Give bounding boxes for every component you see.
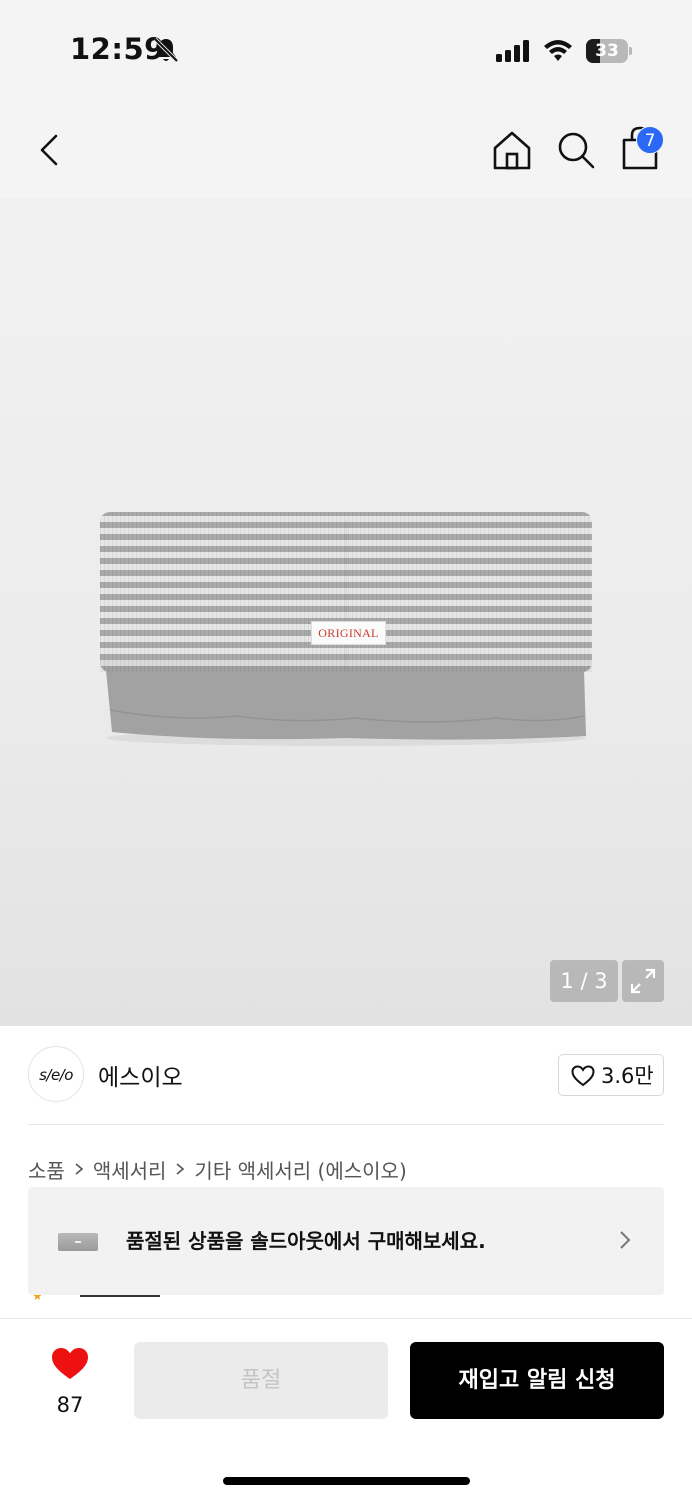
heart-filled-icon [52,1348,88,1379]
home-button[interactable] [490,128,534,172]
status-bar: 12:59 33 [0,0,692,100]
back-icon [40,134,58,166]
battery-level: 33 [595,41,619,61]
soldout-button[interactable]: 품절 [134,1342,388,1419]
star-icon: ★ [32,1295,43,1301]
chevron-right-icon [176,1163,185,1175]
divider [28,1124,664,1125]
banner-thumbnail [58,1233,98,1251]
search-button[interactable] [554,128,598,172]
bell-slash-icon [153,37,179,63]
nav-bar: 7 [0,100,692,198]
cart-count-badge: 7 [636,126,664,154]
home-icon [493,131,531,170]
brand-row: s/e/o 에스이오 3.6만 [0,1026,692,1126]
bottom-action-bar: 87 품절 재입고 알림 신청 [0,1318,692,1500]
image-counter: 1 / 3 [550,960,618,1002]
wish-button[interactable]: 87 [36,1341,104,1431]
brand-like-count: 3.6만 [601,1064,654,1088]
banner-text: 품절된 상품을 솔드아웃에서 구매해보세요. [126,1229,486,1253]
battery-icon: 33 [586,39,632,63]
brand-like-button[interactable]: 3.6만 [558,1054,664,1096]
product-label: ORIGINAL [311,621,386,645]
breadcrumb: 소품 액세서리 기타 액세서리 (에스이오) [28,1154,407,1184]
home-indicator[interactable] [223,1477,470,1485]
signal-icon [496,40,529,62]
status-time: 12:59 [70,32,165,66]
product-image[interactable]: ORIGINAL 1 / 3 [0,198,692,1026]
chevron-right-icon [620,1231,631,1249]
expand-icon [630,968,656,994]
breadcrumb-item-accessories[interactable]: 액세서리 [93,1155,167,1184]
restock-alert-button[interactable]: 재입고 알림 신청 [410,1342,664,1419]
breadcrumb-item-small-goods[interactable]: 소품 [28,1155,65,1184]
cart-button[interactable]: 7 [616,122,668,174]
wifi-icon [544,40,572,61]
chevron-right-icon [75,1163,84,1175]
expand-button[interactable] [622,960,664,1002]
rating-peek: ★ [28,1295,228,1301]
back-button[interactable] [28,128,72,172]
search-icon [558,132,595,169]
soldout-banner[interactable]: 품절된 상품을 솔드아웃에서 구매해보세요. [28,1187,664,1295]
brand-name[interactable]: 에스이오 [98,1058,183,1092]
wish-count: 87 [56,1393,84,1417]
heart-outline-icon [571,1065,595,1087]
brand-logo[interactable]: s/e/o [28,1046,84,1102]
breadcrumb-item-other-accessories[interactable]: 기타 액세서리 (에스이오) [194,1155,406,1184]
